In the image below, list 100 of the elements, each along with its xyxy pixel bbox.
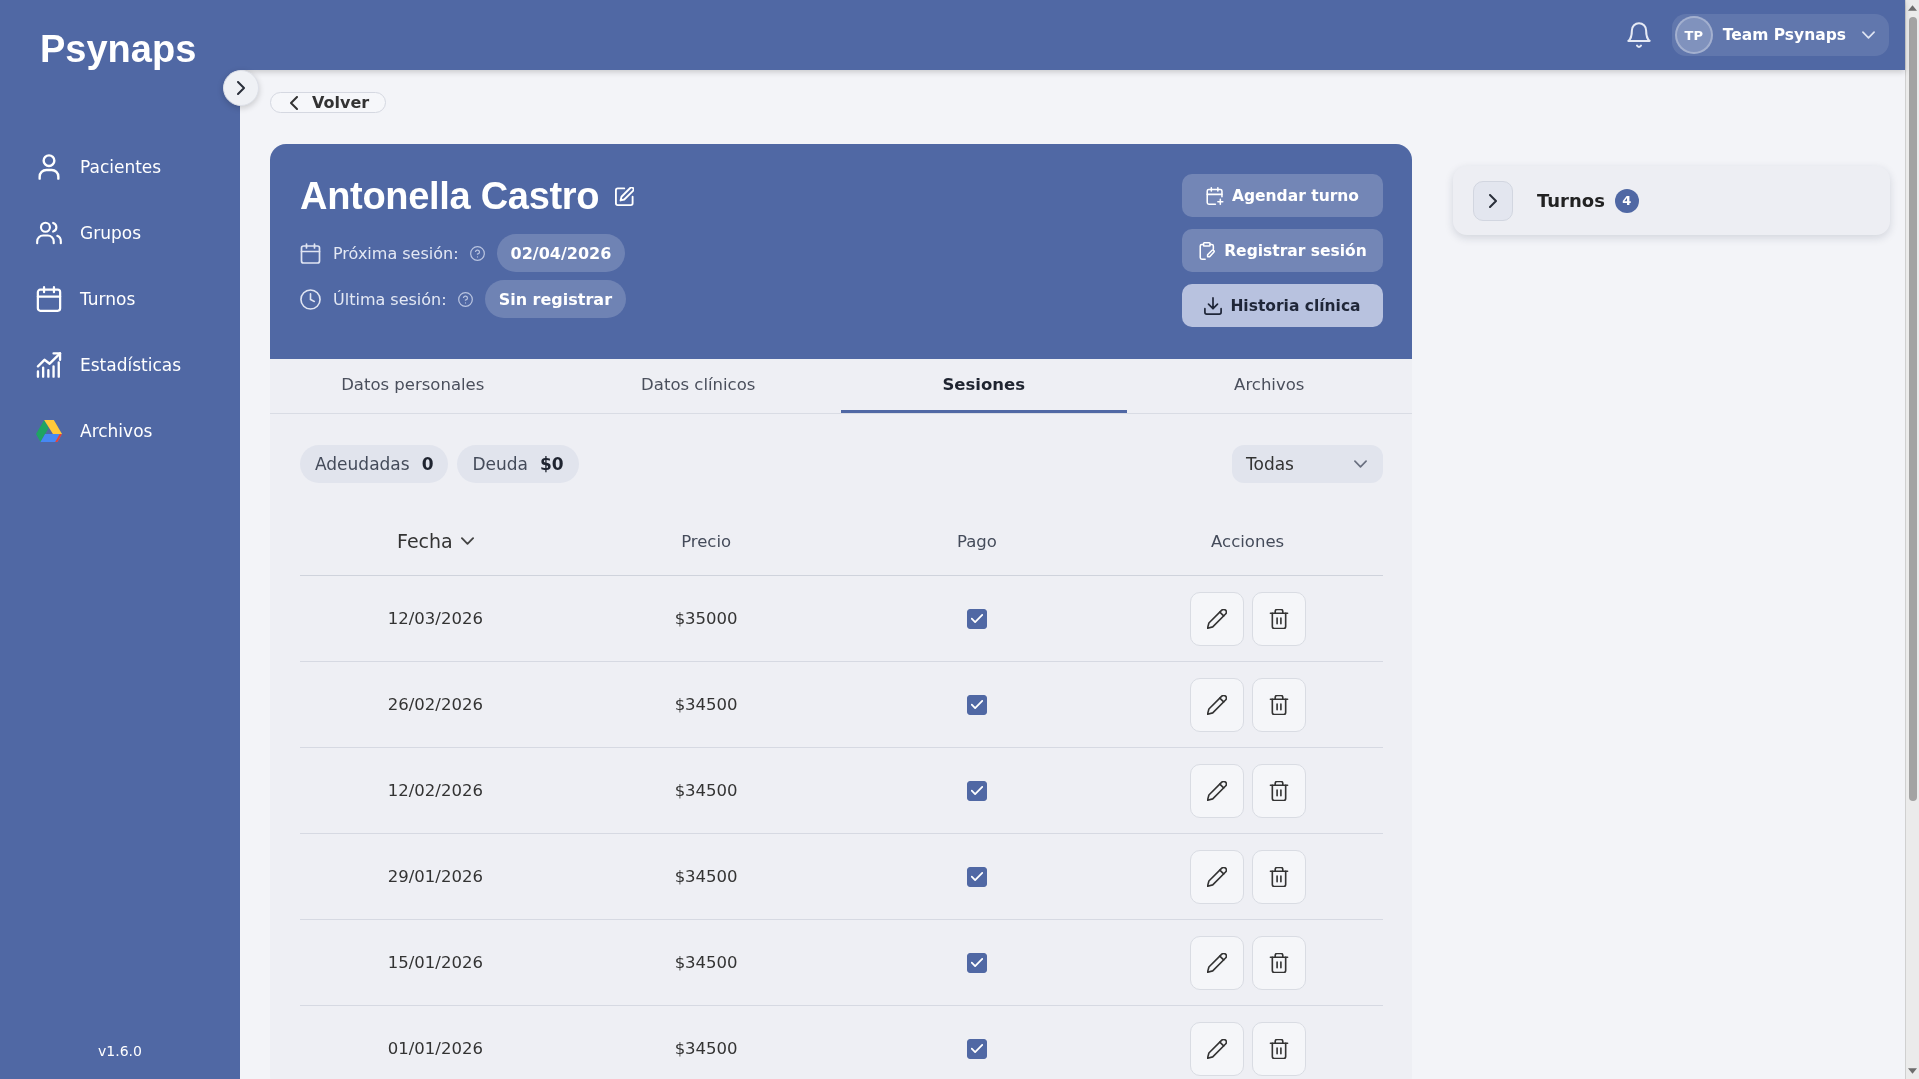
trash-icon — [1268, 694, 1289, 715]
session-date: 29/01/2026 — [387, 867, 483, 886]
paid-checkbox[interactable] — [966, 780, 987, 801]
session-date: 26/02/2026 — [387, 695, 483, 714]
check-icon — [970, 872, 983, 881]
pencil-icon — [1206, 694, 1227, 715]
session-date-pill: 02/04/2026 — [496, 234, 626, 272]
edit-button[interactable] — [1189, 1021, 1244, 1076]
summary-chip: Deuda $0 — [457, 445, 579, 483]
trash-icon — [1268, 608, 1289, 629]
user-avatar: TP — [1674, 16, 1713, 54]
paid-checkbox[interactable] — [966, 866, 987, 887]
app-logo: Psynaps — [40, 27, 197, 71]
action-button[interactable]: Registrar sesión — [1182, 229, 1383, 272]
column-header: Pago — [956, 531, 997, 551]
panel-title: Turnos — [1537, 190, 1605, 211]
help-icon[interactable] — [469, 245, 485, 261]
chevron-down-icon — [460, 537, 474, 545]
tab[interactable]: Datos personales — [270, 359, 556, 413]
sidebar-item[interactable]: Grupos — [28, 212, 151, 254]
session-price: $34500 — [674, 953, 738, 972]
scroll-down-icon[interactable] — [1908, 1068, 1917, 1074]
delete-button[interactable] — [1251, 935, 1306, 990]
paid-checkbox[interactable] — [966, 694, 987, 715]
chevron-down-icon — [1862, 31, 1875, 39]
delete-button[interactable] — [1251, 763, 1306, 818]
edit-button[interactable] — [1189, 591, 1244, 646]
pencil-icon — [1206, 780, 1227, 801]
scrollbar[interactable] — [1905, 0, 1919, 1079]
edit-button[interactable] — [1189, 849, 1244, 904]
calendar-icon — [300, 242, 321, 264]
session-price: $34500 — [674, 867, 738, 886]
scrollbar-thumb[interactable] — [1908, 17, 1917, 801]
check-icon — [970, 1044, 983, 1053]
session-date: 01/01/2026 — [387, 1039, 483, 1058]
sidebar-item[interactable]: Estadísticas — [28, 344, 192, 386]
trash-icon — [1268, 780, 1289, 801]
person-icon — [36, 154, 62, 180]
chevron-right-icon — [237, 81, 245, 95]
session-date-pill: Sin registrar — [484, 280, 627, 318]
action-button[interactable]: Agendar turno — [1182, 174, 1383, 217]
check-icon — [970, 958, 983, 967]
back-button[interactable]: Volver — [270, 92, 387, 113]
edit-button[interactable] — [1189, 935, 1244, 990]
help-icon[interactable] — [457, 291, 473, 307]
tab[interactable]: Datos clínicos — [555, 359, 841, 413]
tab[interactable]: Sesiones — [841, 359, 1127, 413]
scroll-up-icon[interactable] — [1908, 5, 1917, 11]
sidebar-item[interactable]: Pacientes — [28, 146, 172, 188]
calendar-plus-icon — [1206, 186, 1224, 205]
summary-chip: Adeudadas 0 — [300, 445, 449, 483]
bell-icon[interactable] — [1626, 22, 1651, 48]
trash-icon — [1268, 952, 1289, 973]
tab[interactable]: Archivos — [1126, 359, 1412, 413]
check-icon — [970, 614, 983, 623]
edit-button[interactable] — [1189, 677, 1244, 732]
delete-button[interactable] — [1251, 849, 1306, 904]
chevron-right-icon — [1489, 193, 1497, 208]
column-header: Acciones — [1211, 531, 1285, 551]
column-header[interactable]: Fecha — [397, 530, 474, 552]
calendar-icon — [36, 286, 62, 312]
edit-icon[interactable] — [615, 186, 635, 206]
check-icon — [970, 786, 983, 795]
edit-button[interactable] — [1189, 763, 1244, 818]
triangle-logo-icon — [36, 418, 62, 444]
sidebar-toggle-button[interactable] — [223, 70, 259, 106]
chevron-left-icon — [290, 95, 298, 110]
expand-button[interactable] — [1473, 180, 1513, 221]
paid-checkbox[interactable] — [966, 952, 987, 973]
paid-checkbox[interactable] — [966, 1038, 987, 1059]
delete-button[interactable] — [1251, 591, 1306, 646]
session-price: $34500 — [674, 1039, 738, 1058]
session-date: 12/03/2026 — [387, 609, 483, 628]
count-badge: 4 — [1614, 188, 1639, 213]
session-price: $34500 — [674, 781, 738, 800]
pencil-icon — [1206, 1038, 1227, 1059]
session-price: $34500 — [674, 695, 738, 714]
filter-dropdown[interactable]: Todas — [1232, 445, 1383, 483]
action-button[interactable]: Historia clínica — [1182, 284, 1383, 327]
trash-icon — [1268, 1038, 1289, 1059]
chart-icon — [36, 352, 62, 378]
delete-button[interactable] — [1251, 677, 1306, 732]
pencil-icon — [1206, 866, 1227, 887]
paid-checkbox[interactable] — [966, 608, 987, 629]
column-header: Precio — [681, 531, 732, 551]
sidebar-item[interactable]: Archivos — [28, 410, 163, 452]
pencil-icon — [1206, 608, 1227, 629]
chevron-down-icon — [1354, 460, 1367, 468]
pencil-icon — [1206, 952, 1227, 973]
patient-name: Antonella Castro — [300, 174, 600, 218]
delete-button[interactable] — [1251, 1021, 1306, 1076]
session-date: 15/01/2026 — [387, 953, 483, 972]
clock-icon — [300, 288, 321, 310]
people-icon — [36, 220, 62, 246]
session-price: $35000 — [674, 609, 738, 628]
version-label: v1.6.0 — [98, 1043, 142, 1059]
session-label: Próxima sesión: — [333, 243, 459, 263]
check-icon — [970, 700, 983, 709]
user-menu-button[interactable]: TP Team Psynaps — [1671, 14, 1889, 56]
sidebar-item[interactable]: Turnos — [28, 278, 146, 320]
